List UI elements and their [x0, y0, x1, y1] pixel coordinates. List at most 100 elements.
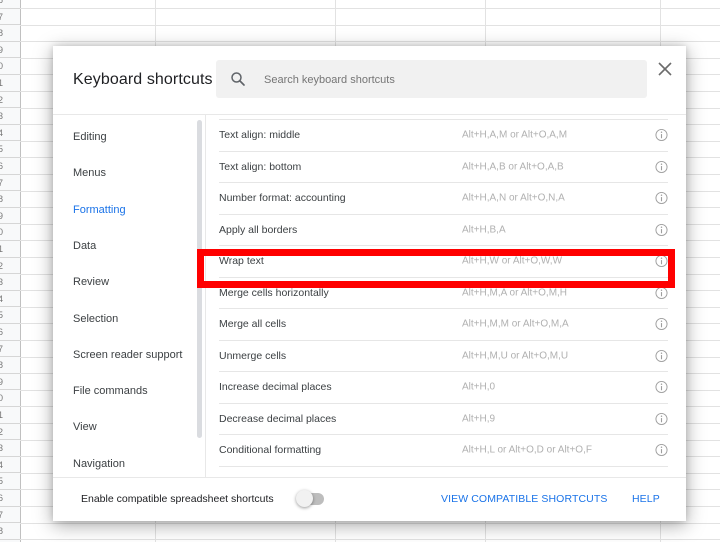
shortcut-keys: Alt+H,W or Alt+O,W,W — [462, 255, 563, 267]
info-icon[interactable] — [655, 255, 668, 268]
shortcut-keys: Alt+H,A,B or Alt+O,A,B — [462, 161, 564, 173]
shortcut-name: Text align: bottom — [219, 160, 302, 173]
shortcut-keys: Alt+H,A,M or Alt+O,A,M — [462, 129, 568, 141]
row-number[interactable]: 4 — [0, 291, 20, 308]
row-number[interactable]: 8 — [0, 523, 20, 540]
row-number[interactable]: 7 — [0, 507, 20, 524]
row-number[interactable]: 8 — [0, 191, 20, 208]
sidebar-scrollbar[interactable] — [197, 120, 202, 438]
row-header-column: 678901234567890123456789012345678 — [0, 0, 21, 542]
row-number[interactable]: 6 — [0, 490, 20, 507]
search-icon — [231, 72, 245, 86]
compatible-shortcuts-label: Enable compatible spreadsheet shortcuts — [81, 493, 274, 505]
row-number[interactable]: 0 — [0, 390, 20, 407]
row-number[interactable]: 1 — [0, 407, 20, 424]
row-number[interactable]: 9 — [0, 42, 20, 59]
sidebar-item-file-commands[interactable]: File commands — [73, 385, 148, 397]
shortcut-name: Merge all cells — [219, 318, 287, 331]
info-icon[interactable] — [655, 349, 668, 362]
shortcut-name: Text align: middle — [219, 129, 301, 142]
shortcut-name: Apply all borders — [219, 223, 298, 236]
close-icon[interactable] — [657, 61, 673, 77]
shortcut-row: Increase decimal places Alt+H,0 — [219, 372, 668, 404]
footer-divider — [53, 477, 686, 478]
sidebar-item-navigation[interactable]: Navigation — [73, 458, 125, 470]
row-number[interactable]: 4 — [0, 125, 20, 142]
grid-row-line — [20, 41, 720, 43]
row-number[interactable]: 8 — [0, 25, 20, 42]
row-number[interactable]: 7 — [0, 9, 20, 26]
row-number[interactable]: 9 — [0, 208, 20, 225]
grid-row-line — [20, 522, 720, 524]
row-number[interactable]: 6 — [0, 324, 20, 341]
info-icon[interactable] — [655, 129, 668, 142]
shortcut-keys: Alt+H,A,N or Alt+O,N,A — [462, 192, 565, 204]
row-number[interactable]: 6 — [0, 0, 20, 9]
shortcut-row: Number format: accounting Alt+H,A,N or Al… — [219, 183, 668, 215]
search-input[interactable] — [262, 60, 636, 100]
row-number[interactable]: 4 — [0, 457, 20, 474]
info-icon[interactable] — [655, 444, 668, 457]
shortcut-keys: Alt+H,0 — [462, 381, 496, 393]
info-icon[interactable] — [655, 381, 668, 394]
shortcut-keys: Alt+H,M,A or Alt+O,M,H — [462, 287, 568, 299]
help-link[interactable]: Help — [632, 493, 660, 505]
sidebar-item-screen-reader-support[interactable]: Screen reader support — [73, 349, 182, 361]
sidebar-item-editing[interactable]: Editing — [73, 131, 107, 143]
info-icon[interactable] — [655, 192, 668, 205]
shortcut-name: Unmerge cells — [219, 349, 287, 362]
sidebar-item-review[interactable]: Review — [73, 276, 109, 288]
shortcut-row: Apply all borders Alt+H,B,A — [219, 215, 668, 246]
view-compatible-shortcuts-link[interactable]: View compatible shortcuts — [441, 493, 607, 505]
dialog-title: Keyboard shortcuts — [73, 71, 213, 88]
row-number[interactable]: 2 — [0, 92, 20, 109]
shortcut-name: Wrap text — [219, 255, 264, 268]
row-number[interactable]: 6 — [0, 158, 20, 175]
row-number[interactable]: 3 — [0, 274, 20, 291]
row-number[interactable]: 5 — [0, 307, 20, 324]
shortcut-name: Number format: accounting — [219, 192, 346, 205]
sidebar-item-data[interactable]: Data — [73, 240, 96, 252]
keyboard-shortcuts-dialog: Keyboard shortcuts Editing Menus Formattin… — [53, 46, 686, 521]
sidebar-item-selection[interactable]: Selection — [73, 313, 118, 325]
shortcut-row: Text align: bottom Alt+H,A,B or Alt+O,A,B — [219, 152, 668, 183]
info-icon[interactable] — [655, 286, 668, 299]
row-number[interactable]: 2 — [0, 258, 20, 275]
info-icon[interactable] — [655, 412, 668, 425]
shortcut-row: Merge cells horizontally Alt+H,M,A or Alt… — [219, 278, 668, 309]
row-number[interactable]: 1 — [0, 75, 20, 92]
row-number[interactable]: 5 — [0, 141, 20, 158]
shortcut-name: Merge cells horizontally — [219, 286, 329, 299]
row-number[interactable]: 9 — [0, 374, 20, 391]
shortcut-keys: Alt+H,M,M or Alt+O,M,A — [462, 318, 569, 330]
row-number[interactable]: 5 — [0, 473, 20, 490]
shortcut-list: Text align: middle Alt+H,A,M or Alt+O,A,M… — [206, 115, 686, 477]
sidebar-item-formatting[interactable]: Formatting — [73, 204, 126, 216]
shortcut-keys: Alt+H,L or Alt+O,D or Alt+O,F — [462, 444, 592, 456]
search-box[interactable] — [216, 60, 647, 100]
row-number[interactable]: 3 — [0, 108, 20, 125]
info-icon[interactable] — [655, 160, 668, 173]
row-number[interactable]: 1 — [0, 241, 20, 258]
row-number[interactable]: 8 — [0, 357, 20, 374]
row-number[interactable]: 0 — [0, 58, 20, 75]
shortcut-row: Unmerge cells Alt+H,M,U or Alt+O,M,U — [219, 341, 668, 372]
compatible-shortcuts-toggle[interactable] — [296, 490, 324, 507]
shortcut-keys: Alt+H,9 — [462, 413, 496, 425]
row-number[interactable]: 2 — [0, 424, 20, 441]
row-number[interactable]: 7 — [0, 341, 20, 358]
shortcut-name: Decrease decimal places — [219, 412, 337, 425]
shortcut-keys: Alt+H,M,U or Alt+O,M,U — [462, 350, 569, 362]
grid-row-line — [20, 24, 720, 26]
shortcut-row: Text align: middle Alt+H,A,M or Alt+O,A,M — [219, 120, 668, 152]
shortcut-row: Conditional formatting Alt+H,L or Alt+O,D… — [219, 435, 668, 467]
info-icon[interactable] — [655, 318, 668, 331]
shortcut-keys: Alt+H,B,A — [462, 224, 506, 236]
info-icon[interactable] — [655, 223, 668, 236]
row-number[interactable]: 7 — [0, 175, 20, 192]
sidebar-item-menus[interactable]: Menus — [73, 167, 106, 179]
row-number[interactable]: 0 — [0, 224, 20, 241]
sidebar-item-view[interactable]: View — [73, 421, 97, 433]
row-number[interactable]: 3 — [0, 440, 20, 457]
shortcut-name: Conditional formatting — [219, 444, 322, 457]
